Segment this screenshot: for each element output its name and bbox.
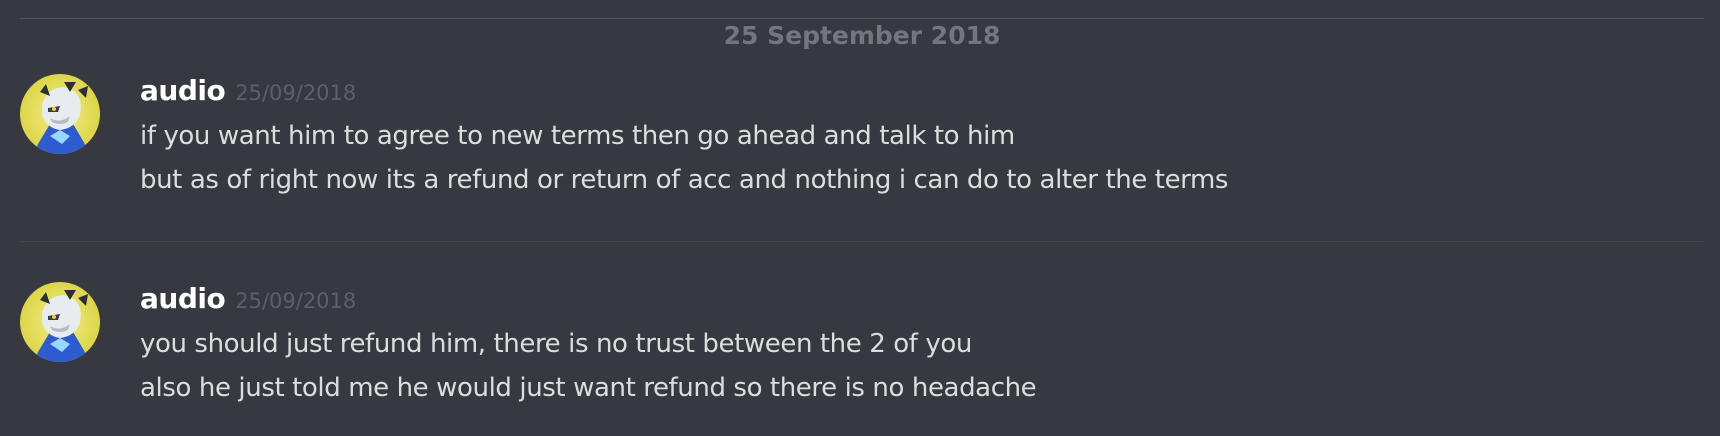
date-divider: 25 September 2018 [20, 18, 1704, 51]
message-text: also he just told me he would just want … [140, 373, 1037, 403]
avatar[interactable] [20, 74, 100, 154]
message-text: if you want him to agree to new terms th… [140, 121, 1015, 151]
username[interactable]: audio [140, 282, 226, 315]
timestamp: 25/09/2018 [235, 289, 357, 313]
date-divider-label: 25 September 2018 [707, 21, 1017, 51]
message-group-separator [20, 241, 1704, 242]
chat-messages: 25 September 2018 audio 25/09/2018 if yo… [0, 0, 1720, 436]
message-text: you should just refund him, there is no … [140, 329, 972, 359]
message-header: audio 25/09/2018 [140, 74, 356, 110]
timestamp: 25/09/2018 [235, 81, 357, 105]
username[interactable]: audio [140, 74, 226, 107]
robot-warrior-avatar-icon [20, 74, 100, 154]
message-text: but as of right now its a refund or retu… [140, 165, 1229, 195]
message-header: audio 25/09/2018 [140, 282, 356, 318]
avatar[interactable] [20, 282, 100, 362]
robot-warrior-avatar-icon [20, 282, 100, 362]
